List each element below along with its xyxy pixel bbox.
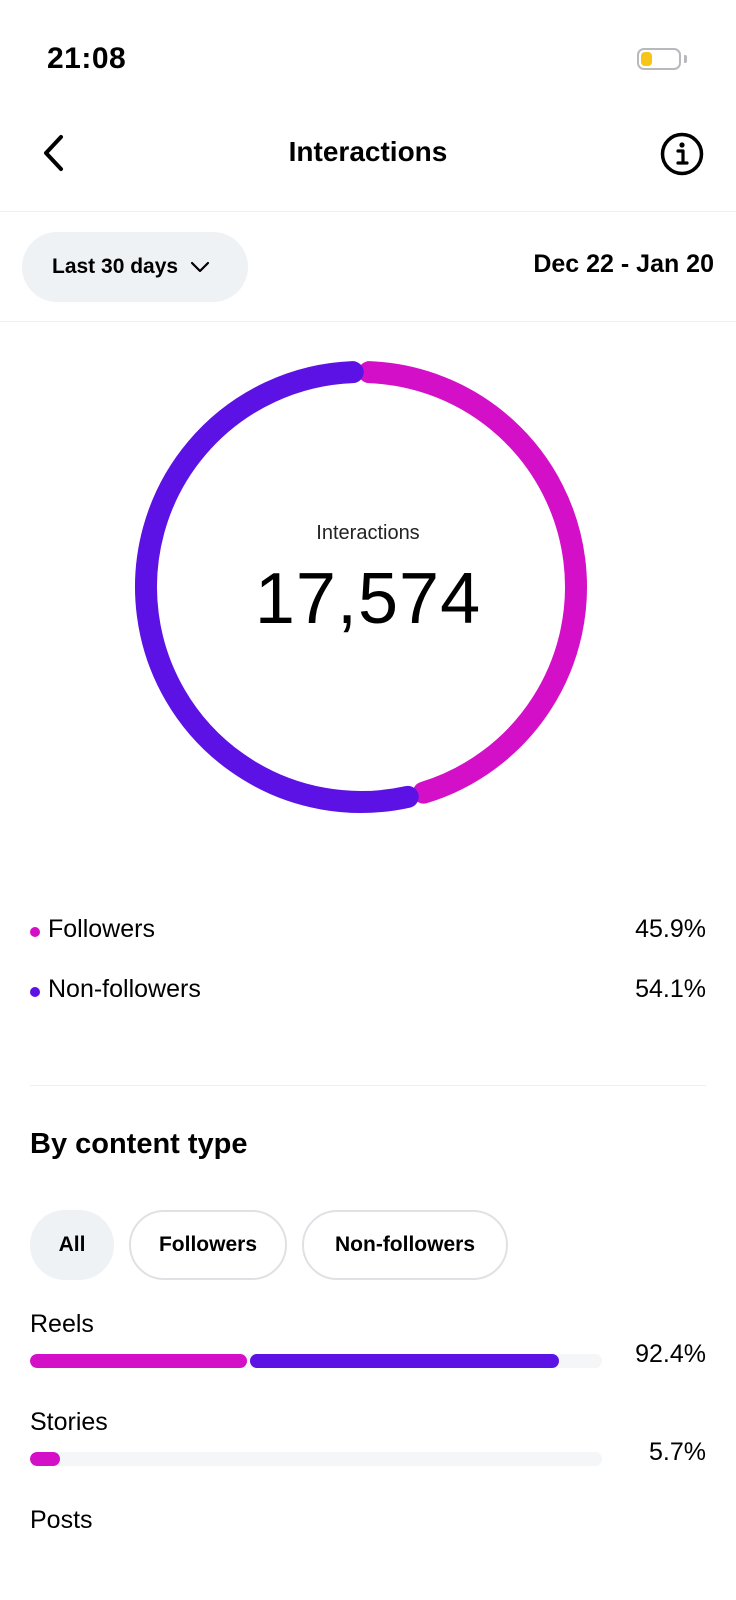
tab-all[interactable]: All (30, 1210, 114, 1280)
bar-reels-track (30, 1354, 602, 1368)
followers-dot (30, 927, 40, 937)
bar-reels-non-followers-fill (250, 1354, 559, 1368)
legend-followers-label: Followers (48, 915, 155, 943)
status-bar: 21:08 (0, 0, 736, 110)
battery-level (641, 52, 652, 66)
bar-reels-value: 92.4% (635, 1340, 706, 1368)
legend-non-followers-label: Non-followers (48, 975, 201, 1003)
bar-posts: Posts (30, 1506, 706, 1600)
status-time: 21:08 (47, 42, 127, 75)
tab-non-followers[interactable]: Non-followers (302, 1210, 508, 1280)
battery-tip (684, 55, 687, 63)
bar-posts-label: Posts (30, 1506, 93, 1534)
legend-followers: Followers 45.9% (30, 915, 706, 975)
donut-caption: Interactions (316, 522, 420, 544)
chevron-down-icon (190, 261, 210, 273)
battery-icon (637, 48, 681, 70)
bar-stories-label: Stories (30, 1408, 108, 1436)
section-divider (30, 1085, 706, 1086)
page-title: Interactions (288, 136, 448, 167)
section-title: By content type (30, 1128, 248, 1160)
content-type-bars: Reels 92.4% Stories 5.7% Posts (30, 1310, 706, 1600)
legend-non-followers: Non-followers 54.1% (30, 975, 706, 1035)
legend-followers-value: 45.9% (635, 915, 706, 943)
date-range-text: Dec 22 - Jan 20 (533, 250, 714, 278)
content-type-tabs: All Followers Non-followers (30, 1210, 508, 1280)
bar-reels-followers-fill (30, 1354, 248, 1368)
non-followers-dot (30, 987, 40, 997)
bar-stories: Stories 5.7% (30, 1408, 706, 1506)
bar-reels: Reels 92.4% (30, 1310, 706, 1408)
bar-stories-value: 5.7% (649, 1438, 706, 1466)
filter-row: Last 30 days Dec 22 - Jan 20 (0, 212, 736, 322)
nav-bar: Interactions (0, 110, 736, 212)
bar-stories-followers-fill (30, 1452, 60, 1466)
bar-reels-label: Reels (30, 1310, 94, 1338)
total-interactions: 17,574 (254, 559, 482, 639)
date-range-dropdown-label: Last 30 days (52, 255, 179, 278)
tab-followers[interactable]: Followers (129, 1210, 287, 1280)
info-icon (660, 132, 704, 176)
interactions-donut: Interactions 17,574 (0, 322, 736, 882)
legend-non-followers-value: 54.1% (635, 975, 706, 1003)
bar-stories-track (30, 1452, 602, 1466)
info-button[interactable] (658, 130, 706, 178)
date-range-dropdown[interactable]: Last 30 days (22, 232, 248, 302)
audience-legend: Followers 45.9% Non-followers 54.1% (30, 915, 706, 1035)
